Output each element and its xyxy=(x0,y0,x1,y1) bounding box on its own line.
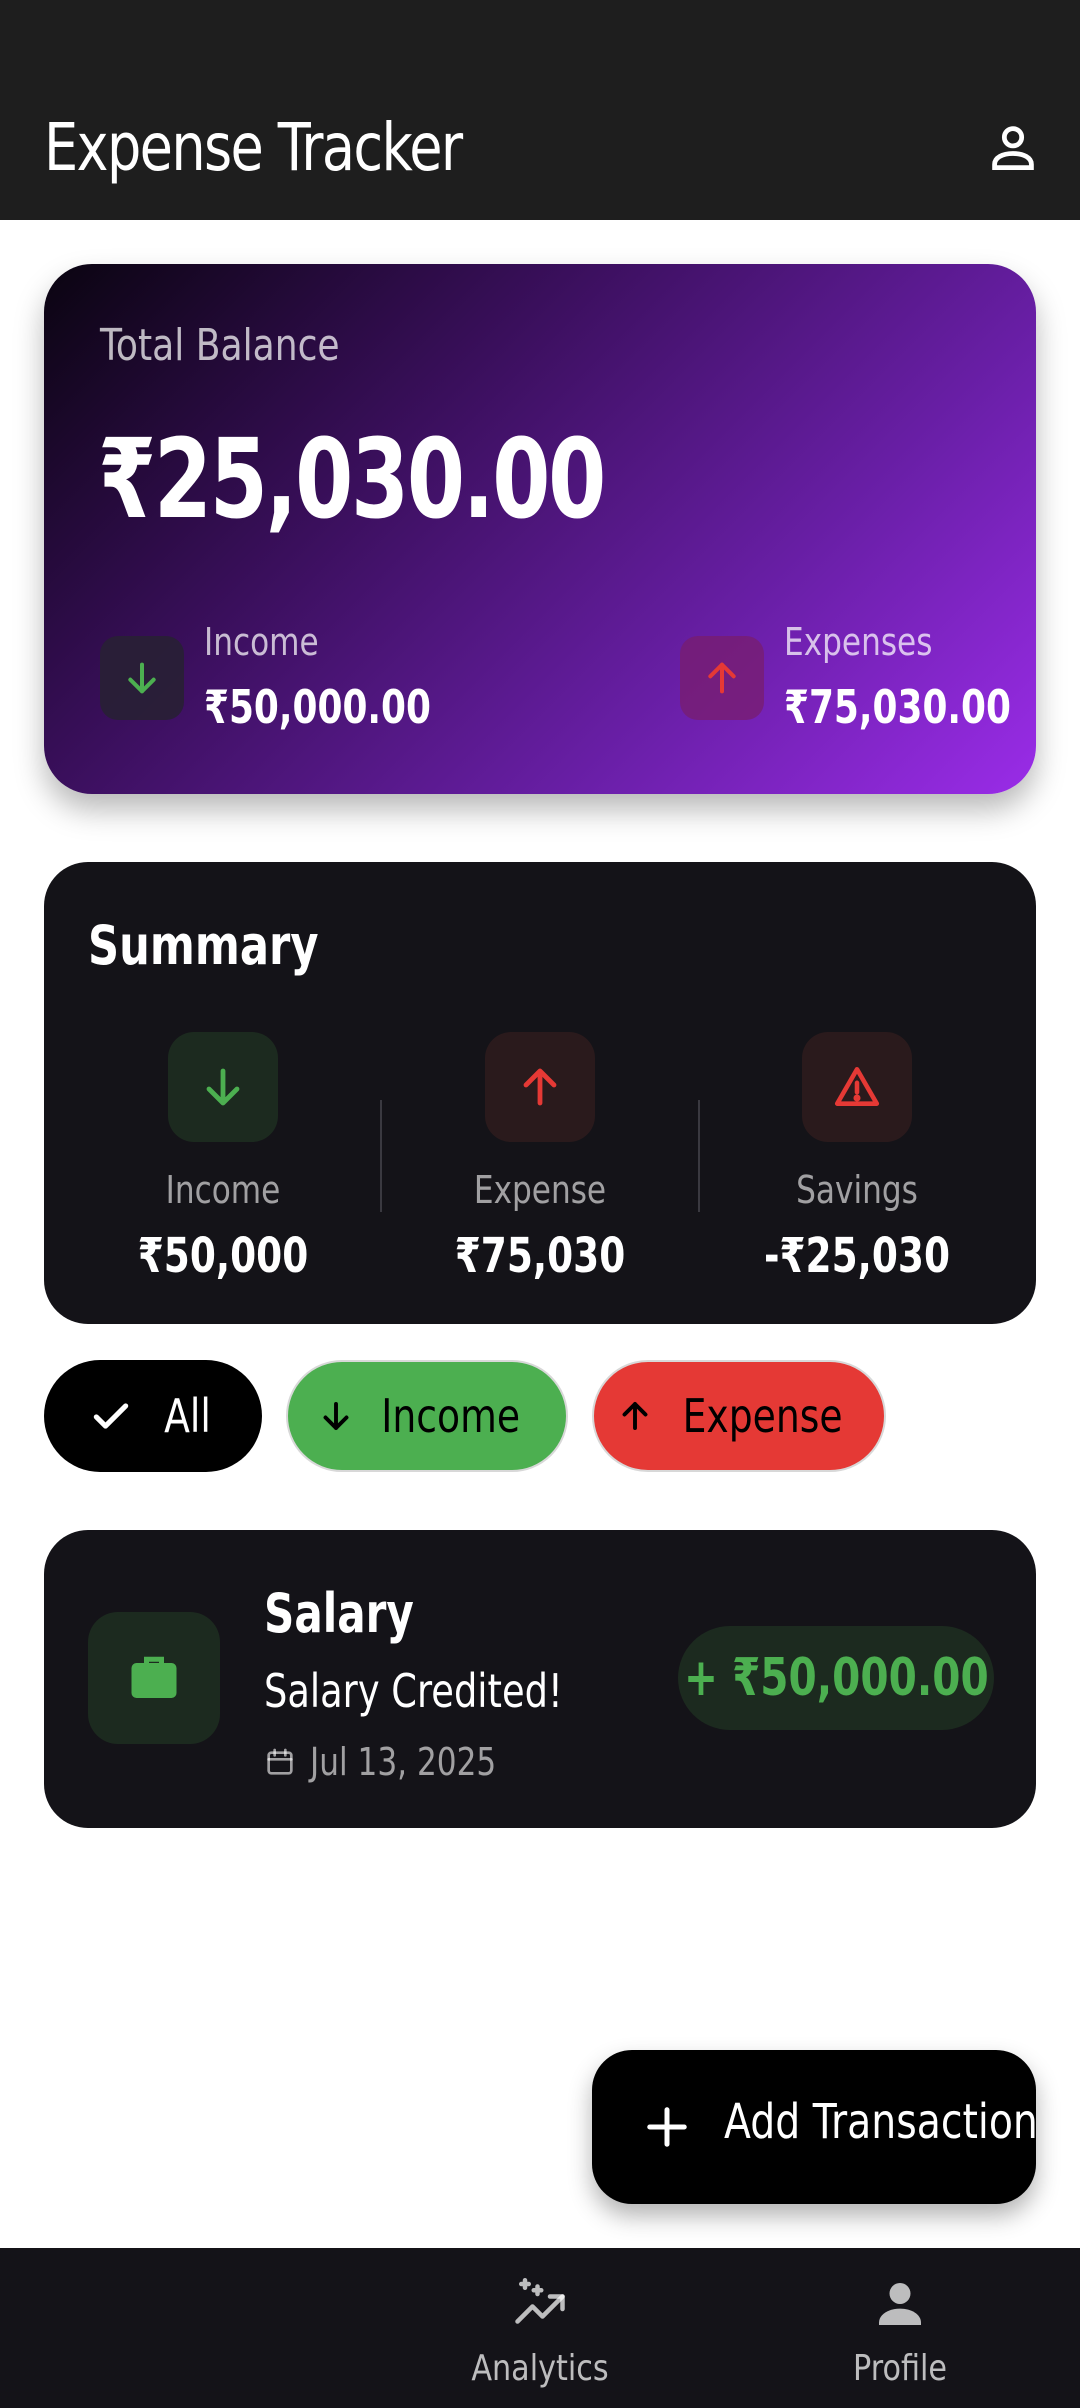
transaction-date-row: Jul 13, 2025 xyxy=(264,1736,537,1788)
briefcase-icon xyxy=(131,1656,177,1698)
transaction-date: Jul 13, 2025 xyxy=(310,1740,497,1784)
summary-savings-value: -₹25,030 xyxy=(763,1228,951,1284)
arrow-up-icon xyxy=(622,1402,648,1430)
arrow-down-icon xyxy=(206,1068,240,1106)
plus-icon xyxy=(647,2107,687,2147)
summary-savings-icon-box xyxy=(802,1032,912,1142)
transaction-category: Salary xyxy=(264,1582,414,1645)
arrow-down-icon xyxy=(128,662,156,694)
nav-item-profile[interactable]: Profile xyxy=(780,2248,1020,2408)
expenses-value: ₹75,030.00 xyxy=(784,680,1011,734)
transaction-note: Salary Credited! xyxy=(264,1664,563,1718)
app-bar: Expense Tracker xyxy=(0,0,1080,220)
transaction-amount-badge: + ₹50,000.00 xyxy=(678,1626,994,1730)
nav-label-analytics: Analytics xyxy=(471,2348,609,2389)
warning-icon xyxy=(834,1067,880,1106)
summary-expense: Expense ₹75,030 xyxy=(390,1032,690,1292)
filter-chip-expense-label: Expense xyxy=(682,1389,844,1443)
check-icon xyxy=(94,1403,129,1429)
total-balance-label: Total Balance xyxy=(100,320,340,371)
add-transaction-button[interactable]: Add Transaction xyxy=(592,2050,1038,2204)
summary-divider xyxy=(698,1100,700,1212)
transaction-amount: + ₹50,000.00 xyxy=(683,1648,989,1708)
filter-chip-all-label: All xyxy=(164,1389,212,1443)
summary-card: Summary Income ₹50,000 Expense ₹75,030 S… xyxy=(44,862,1036,1324)
summary-expense-icon-box xyxy=(485,1032,595,1142)
add-transaction-label: Add Transaction xyxy=(724,2094,1038,2150)
arrow-up-icon xyxy=(708,662,736,694)
app-title: Expense Tracker xyxy=(44,109,463,186)
summary-income-icon-box xyxy=(168,1032,278,1142)
summary-divider xyxy=(380,1100,382,1212)
calendar-icon xyxy=(267,1748,293,1775)
summary-savings: Savings -₹25,030 xyxy=(707,1032,1007,1292)
person-outline-icon xyxy=(992,126,1034,170)
arrow-up-icon xyxy=(523,1068,557,1106)
analytics-sparkle-icon xyxy=(510,2274,570,2334)
filter-chip-income-label: Income xyxy=(381,1389,521,1443)
income-label: Income xyxy=(204,620,319,664)
expenses-indicator xyxy=(680,636,764,720)
summary-savings-label: Savings xyxy=(796,1168,918,1212)
filter-chip-all[interactable]: All xyxy=(44,1360,262,1472)
balance-card: Total Balance ₹25,030.00 Income ₹50,000.… xyxy=(44,264,1036,794)
expenses-label: Expenses xyxy=(784,620,933,664)
total-balance-amount: ₹25,030.00 xyxy=(98,415,606,543)
summary-expense-label: Expense xyxy=(473,1168,607,1212)
summary-income: Income ₹50,000 xyxy=(73,1032,373,1292)
summary-income-label: Income xyxy=(165,1168,281,1212)
income-value: ₹50,000.00 xyxy=(204,680,431,734)
income-indicator xyxy=(100,636,184,720)
filter-chip-expense[interactable]: Expense xyxy=(592,1360,886,1472)
transaction-card[interactable]: Salary Salary Credited! Jul 13, 2025 + ₹… xyxy=(44,1530,1036,1828)
summary-income-value: ₹50,000 xyxy=(137,1228,309,1284)
filter-chip-income[interactable]: Income xyxy=(286,1360,568,1472)
nav-item-analytics[interactable]: Analytics xyxy=(420,2248,660,2408)
summary-expense-value: ₹75,030 xyxy=(454,1228,626,1284)
nav-label-profile: Profile xyxy=(852,2348,948,2389)
profile-button[interactable] xyxy=(980,114,1046,180)
arrow-down-icon xyxy=(323,1402,349,1430)
summary-title: Summary xyxy=(88,914,319,977)
bottom-navigation: Analytics Profile xyxy=(0,2248,1080,2408)
person-filled-icon xyxy=(870,2274,930,2334)
transaction-category-icon-box xyxy=(88,1612,220,1744)
